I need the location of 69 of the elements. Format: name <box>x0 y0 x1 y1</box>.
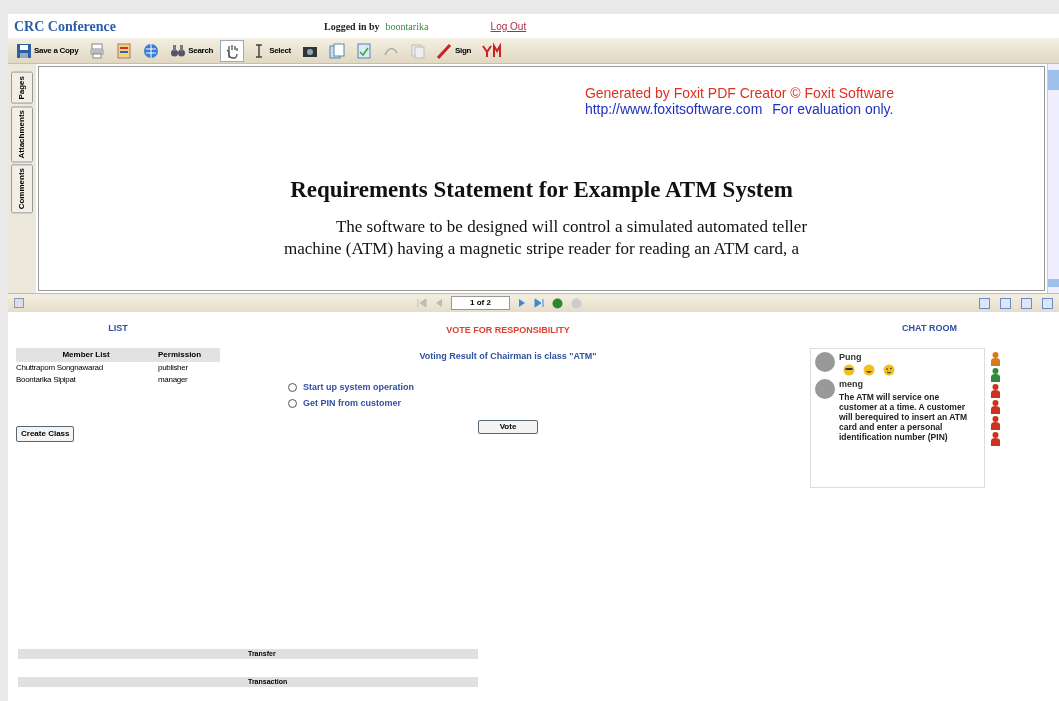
document-text: machine (ATM) having a magnetic stripe reader for reading an ATM card, a <box>284 237 799 260</box>
smiley-icon <box>863 364 875 376</box>
logged-in-label: Logged in by <box>324 19 380 34</box>
column-header: Member List <box>61 348 111 361</box>
document-icon <box>116 42 133 59</box>
list-title: LIST <box>108 322 128 335</box>
vote-button[interactable]: Vote <box>478 420 538 434</box>
avatar-icon <box>813 350 837 373</box>
toolbar-button[interactable]: Select <box>247 39 295 62</box>
user-icon[interactable] <box>991 415 1000 430</box>
side-tab[interactable]: Attachments <box>11 105 33 163</box>
page-layout-icon[interactable] <box>1021 297 1032 309</box>
scrollbar[interactable] <box>1047 64 1059 293</box>
next-page-icon[interactable] <box>517 298 526 308</box>
toolbar-button[interactable] <box>220 39 245 62</box>
create-class-button[interactable]: Create Class <box>16 425 75 442</box>
forward-icon[interactable] <box>551 297 563 309</box>
smiley-icon <box>883 364 895 376</box>
document-heading: Requirements Statement for Example ATM System <box>290 176 793 204</box>
voting-result: Voting Result of Chairman is class "ATM" <box>419 349 597 363</box>
user-icon[interactable] <box>991 383 1000 398</box>
first-page-icon[interactable] <box>417 298 427 308</box>
logout-link[interactable]: Log Out <box>490 18 527 34</box>
page-layout-icon[interactable] <box>979 297 990 309</box>
toolbar-button[interactable]: Sign <box>432 39 476 62</box>
avatar-icon <box>813 378 837 400</box>
page-number-field[interactable]: 1 of 2 <box>451 296 510 310</box>
chat-title: CHAT ROOM <box>902 322 957 335</box>
table-cell-text: Chuttrapom Songnawarad <box>16 361 104 374</box>
globe-icon <box>143 42 160 59</box>
evaluation-notice: For evaluation only. <box>772 101 894 117</box>
side-tab[interactable]: Comments <box>11 164 33 214</box>
printer-icon <box>89 42 106 59</box>
option-label: Get PIN from customer <box>303 396 402 410</box>
pages-icon <box>328 42 345 59</box>
user-icon[interactable] <box>991 399 1000 414</box>
pen-icon <box>436 42 453 59</box>
column-header: Permission <box>157 348 202 361</box>
document-text: The software to be designed will control a simulated automated teller <box>335 215 808 238</box>
user-icon[interactable] <box>991 367 1000 382</box>
table-cell-text: publisher <box>157 361 188 374</box>
user-icon[interactable] <box>991 351 1000 366</box>
toolbar-button[interactable]: Save a Copy <box>12 39 83 62</box>
table-cell-text: Boontarika Sipipat <box>16 373 77 386</box>
page-layout-icon[interactable] <box>1000 297 1011 309</box>
chat-username: Pung <box>839 350 863 364</box>
panel-icon[interactable] <box>14 298 24 308</box>
binoculars-icon <box>170 42 187 59</box>
copy-icon <box>409 42 426 59</box>
option-label: Start up system operation <box>303 381 415 394</box>
vote-title: VOTE FOR RESPONSIBILITY <box>446 324 570 337</box>
user-icon[interactable] <box>991 431 1000 446</box>
website-link[interactable]: http://www.foxitsoftware.com <box>584 101 763 117</box>
watermark-notice: Generated by Foxit PDF Creator © Foxit Software <box>584 85 894 101</box>
toolbar-button[interactable]: Search <box>166 39 218 62</box>
app-title: CRC Conference <box>14 17 117 36</box>
smiley-icon <box>843 364 855 376</box>
chat-username: meng <box>839 378 864 391</box>
table-cell-text: manager <box>157 373 188 386</box>
radio-button[interactable] <box>288 383 297 393</box>
chat-message: The ATM will service one customer at a time. A customer will berequired to insert an ATM card and enter a personal identification number (PIN) <box>839 391 968 442</box>
hand-icon <box>224 42 241 59</box>
checklist-icon <box>355 42 372 59</box>
side-tab[interactable]: Pages <box>11 72 33 104</box>
radio-button[interactable] <box>288 398 297 408</box>
username: boontarika <box>385 19 430 34</box>
page-layout-icon[interactable] <box>1042 297 1053 309</box>
previous-page-icon[interactable] <box>435 298 443 308</box>
last-page-icon[interactable] <box>533 298 544 308</box>
